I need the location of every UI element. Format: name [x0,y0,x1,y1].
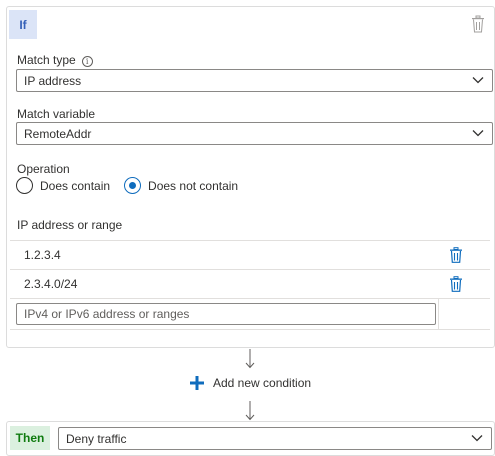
match-variable-value: RemoteAddr [24,126,92,141]
trash-icon[interactable] [449,276,463,292]
radio-does-not-contain[interactable] [124,177,142,194]
action-select[interactable]: Deny traffic [58,427,492,450]
then-badge: Then [10,426,50,450]
table-row: 1.2.3.4 [10,240,490,269]
ip-entry-value: 2.3.4.0/24 [24,277,78,291]
ip-range-table: 1.2.3.4 2.3.4.0/24 [10,240,490,330]
add-new-condition-button[interactable]: Add new condition [190,376,311,390]
match-type-label: Match type i [17,53,93,67]
trash-icon[interactable] [470,15,486,33]
match-variable-label: Match variable [17,107,96,121]
match-variable-select[interactable]: RemoteAddr [16,122,493,145]
add-new-condition-label: Add new condition [213,376,312,390]
radio-label-does-contain: Does contain [40,178,111,193]
radio-selected-dot [129,182,137,189]
table-row-new-entry [10,298,490,330]
info-icon[interactable]: i [81,56,93,67]
ip-range-label: IP address or range [17,218,123,232]
match-type-value: IP address [24,73,82,88]
arrow-down-icon [245,349,255,369]
radio-does-contain[interactable] [16,177,33,194]
ip-entry-value: 1.2.3.4 [24,248,61,262]
trash-icon[interactable] [449,247,463,263]
match-type-select[interactable]: IP address [16,69,493,92]
chevron-down-icon [472,130,484,137]
plus-icon [190,376,204,390]
if-condition-card: If Match type i IP address Match variable… [6,6,495,348]
action-value: Deny traffic [66,431,127,446]
chevron-down-icon [472,77,484,84]
table-row: 2.3.4.0/24 [10,269,490,298]
radio-label-does-not-contain: Does not contain [148,178,239,193]
ip-range-input[interactable] [16,303,436,325]
operation-label: Operation [17,162,70,176]
operation-radio-group: Does contain Does not contain [16,177,252,194]
chevron-down-icon [471,435,483,442]
if-badge: If [9,10,37,39]
arrow-down-icon [245,401,255,421]
column-divider [438,299,439,329]
then-action-card: Then Deny traffic [6,421,495,456]
